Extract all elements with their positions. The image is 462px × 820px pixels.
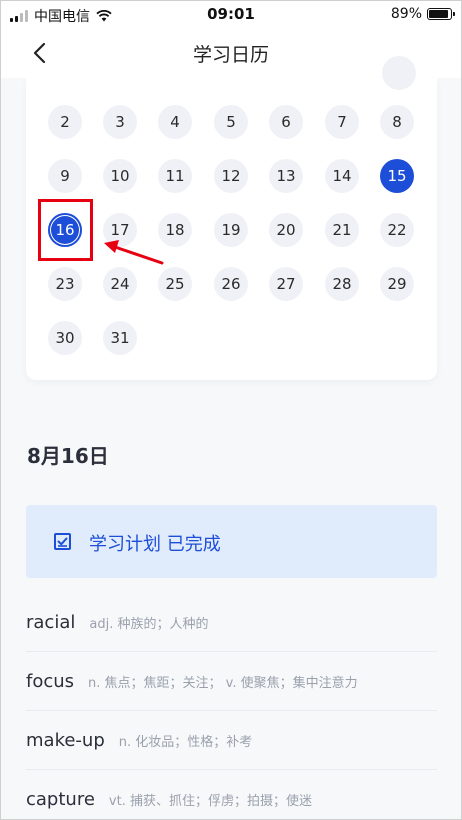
calendar-day-partial (382, 56, 416, 90)
word-text: make-up (26, 729, 105, 751)
word-list-item[interactable]: make-up n. 化妆品；性格；补考 (26, 711, 437, 770)
study-plan-status: 学习计划 已完成 (26, 505, 437, 578)
word-text: capture (26, 789, 95, 810)
calendar-day[interactable]: 6 (269, 105, 303, 139)
calendar-day[interactable]: 24 (103, 267, 137, 301)
calendar-day[interactable]: 30 (48, 321, 82, 355)
study-plan-label: 学习计划 已完成 (89, 534, 221, 555)
battery-percent: 89% (390, 6, 422, 22)
annotation-highlight-box (38, 199, 93, 261)
word-meaning: n. 焦点；焦距；关注； v. 使聚焦；集中注意力 (88, 675, 358, 691)
calendar-day[interactable]: 23 (48, 267, 82, 301)
calendar-day[interactable]: 9 (48, 159, 82, 193)
word-meaning: n. 化妆品；性格；补考 (118, 734, 253, 750)
calendar-day[interactable]: 20 (269, 213, 303, 247)
calendar-day[interactable]: 14 (325, 159, 359, 193)
battery-icon (427, 8, 455, 20)
calendar-day-selected[interactable]: 15 (380, 159, 414, 193)
calendar-day[interactable]: 12 (214, 159, 248, 193)
calendar-day[interactable]: 2 (48, 105, 82, 139)
calendar-day[interactable]: 29 (380, 267, 414, 301)
annotation-arrow-icon (104, 240, 164, 265)
calendar-day[interactable]: 10 (103, 159, 137, 193)
calendar-day[interactable]: 22 (380, 213, 414, 247)
word-list: racial adj. 种族的；人种的 focus n. 焦点；焦距；关注； v… (26, 593, 437, 820)
calendar-day[interactable]: 26 (214, 267, 248, 301)
calendar-day[interactable]: 31 (103, 321, 137, 355)
selected-date-heading: 8月16日 (27, 444, 109, 468)
word-text: racial (26, 611, 76, 633)
calendar-day[interactable]: 8 (380, 105, 414, 139)
calendar-day[interactable]: 19 (214, 213, 248, 247)
calendar-day[interactable]: 11 (158, 159, 192, 193)
calendar-day[interactable]: 13 (269, 159, 303, 193)
checkbox-checked-icon (54, 533, 71, 550)
word-list-item[interactable]: focus n. 焦点；焦距；关注； v. 使聚焦；集中注意力 (26, 652, 437, 711)
word-text: focus (26, 670, 75, 692)
calendar-day[interactable]: 27 (269, 267, 303, 301)
status-bar: 中国电信 09:01 89% (0, 0, 462, 28)
word-list-item[interactable]: racial adj. 种族的；人种的 (26, 593, 437, 652)
calendar-day[interactable]: 7 (325, 105, 359, 139)
word-meaning: vt. 捕获、抓住；俘虏；拍摄；使迷 (108, 794, 312, 809)
word-list-item[interactable]: capture vt. 捕获、抓住；俘虏；拍摄；使迷 (26, 770, 437, 820)
calendar-day[interactable]: 5 (214, 105, 248, 139)
calendar-day[interactable]: 25 (158, 267, 192, 301)
calendar-day[interactable]: 3 (103, 105, 137, 139)
calendar-day[interactable]: 21 (325, 213, 359, 247)
calendar-day[interactable]: 4 (158, 105, 192, 139)
calendar-day[interactable]: 28 (325, 267, 359, 301)
word-meaning: adj. 种族的；人种的 (89, 616, 209, 632)
